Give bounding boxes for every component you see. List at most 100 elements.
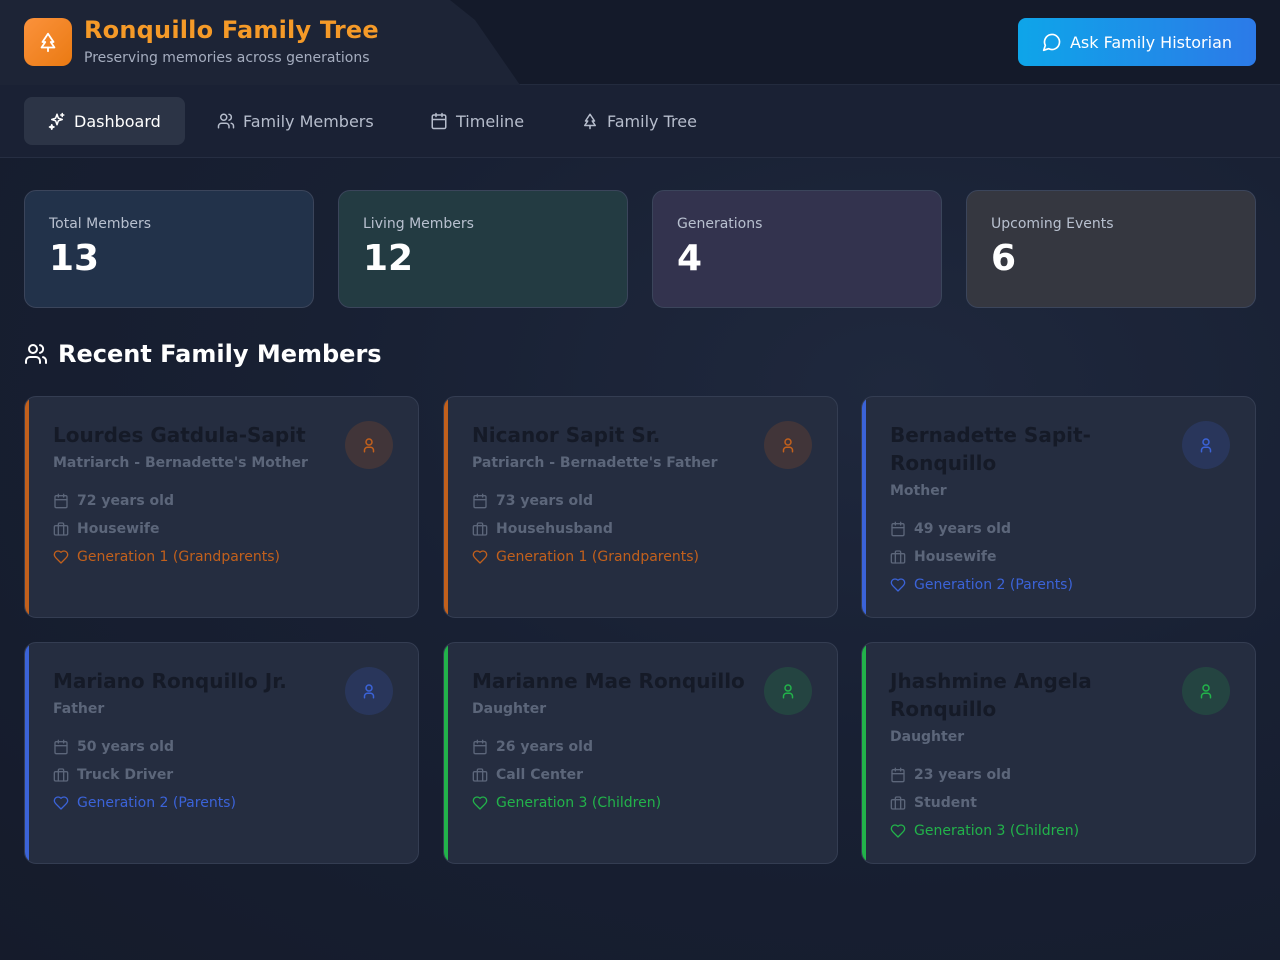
member-age: 73 years old	[472, 487, 752, 515]
member-role: Patriarch - Bernadette's Father	[472, 455, 718, 471]
users-icon	[24, 342, 48, 366]
tab-family-tree[interactable]: Family Tree	[557, 97, 721, 145]
avatar	[345, 667, 393, 715]
generation-accent-bar	[444, 643, 448, 863]
calendar-icon	[472, 493, 488, 509]
member-card[interactable]: Marianne Mae Ronquillo Daughter 26 years o…	[443, 642, 838, 864]
member-occupation-text: Truck Driver	[77, 767, 174, 783]
calendar-icon	[430, 112, 448, 130]
member-occupation: Call Center	[472, 761, 752, 789]
member-age-text: 26 years old	[496, 739, 593, 755]
stat-value: 6	[991, 238, 1017, 279]
member-generation: Generation 2 (Parents)	[890, 571, 1170, 599]
heart-icon	[53, 549, 69, 565]
member-generation-text: Generation 1 (Grandparents)	[77, 549, 280, 565]
avatar	[764, 667, 812, 715]
member-card[interactable]: Jhashmine Angela Ronquillo Daughter 23 yea…	[861, 642, 1256, 864]
generation-accent-bar	[862, 397, 866, 617]
avatar	[1182, 667, 1230, 715]
member-name-text: Nicanor Sapit Sr.	[472, 423, 661, 447]
tab-dashboard[interactable]: Dashboard	[24, 97, 185, 145]
stat-value: 12	[363, 238, 414, 279]
member-generation-text: Generation 3 (Children)	[914, 823, 1080, 839]
ask-historian-label: Ask Family Historian	[1069, 32, 1233, 52]
member-card[interactable]: Nicanor Sapit Sr. Patriarch - Bernadette'…	[443, 396, 838, 618]
tab-family-members[interactable]: Family Members	[193, 97, 398, 145]
member-details: 73 years old Househusband Generation 1 (Gr…	[472, 487, 752, 571]
member-details: 23 years old Student Generation 3 (Childre…	[890, 761, 1170, 845]
avatar	[764, 421, 812, 469]
tree-icon	[37, 31, 59, 53]
member-name-text: Bernadette Sapit-Ronquillo	[890, 423, 1091, 475]
briefcase-icon	[890, 549, 906, 565]
member-card[interactable]: Lourdes Gatdula-Sapit Matriarch - Bernade…	[24, 396, 419, 618]
stat-label: Upcoming Events	[991, 216, 1114, 232]
heart-icon	[53, 795, 69, 811]
member-age: 72 years old	[53, 487, 333, 515]
briefcase-icon	[472, 767, 488, 783]
member-name: Jhashmine Angela Ronquillo Daughter 23 yea…	[890, 667, 1170, 845]
generation-accent-bar	[25, 397, 29, 617]
member-details: 72 years old Housewife Generation 1 (Grand…	[53, 487, 333, 571]
member-occupation-text: Call Center	[496, 767, 584, 783]
member-age-text: 49 years old	[914, 521, 1011, 537]
briefcase-icon	[53, 767, 69, 783]
briefcase-icon	[53, 521, 69, 537]
member-name: Lourdes Gatdula-Sapit Matriarch - Bernade…	[53, 421, 333, 571]
section-title: Recent Family Members	[58, 340, 382, 368]
heart-icon	[472, 549, 488, 565]
member-occupation: Truck Driver	[53, 761, 333, 789]
member-age-text: 73 years old	[496, 493, 593, 509]
member-card[interactable]: Bernadette Sapit-Ronquillo Mother 49 years…	[861, 396, 1256, 618]
member-occupation-text: Housewife	[914, 549, 997, 565]
calendar-icon	[472, 739, 488, 755]
member-generation-text: Generation 2 (Parents)	[914, 577, 1073, 593]
member-occupation: Househusband	[472, 515, 752, 543]
user-icon	[1197, 682, 1215, 700]
tab-label: Family Tree	[607, 111, 697, 131]
member-generation: Generation 2 (Parents)	[53, 789, 333, 817]
member-occupation: Student	[890, 789, 1170, 817]
stat-card-total-members: Total Members 13	[24, 190, 314, 308]
member-role: Father	[53, 701, 105, 717]
calendar-icon	[890, 767, 906, 783]
user-icon	[779, 436, 797, 454]
member-age: 23 years old	[890, 761, 1170, 789]
user-icon	[779, 682, 797, 700]
stat-card-generations: Generations 4	[652, 190, 942, 308]
member-age-text: 50 years old	[77, 739, 174, 755]
app-title: Ronquillo Family Tree	[84, 16, 379, 44]
member-details: 50 years old Truck Driver Generation 2 (Pa…	[53, 733, 333, 817]
member-role: Daughter	[472, 701, 547, 717]
main-nav: Dashboard Family Members Timeline Family…	[0, 85, 1280, 158]
calendar-icon	[53, 739, 69, 755]
member-name-text: Mariano Ronquillo Jr.	[53, 669, 287, 693]
ask-historian-button[interactable]: Ask Family Historian	[1018, 18, 1256, 66]
member-generation-text: Generation 3 (Children)	[496, 795, 662, 811]
member-card[interactable]: Mariano Ronquillo Jr. Father 50 years old T…	[24, 642, 419, 864]
member-age: 49 years old	[890, 515, 1170, 543]
calendar-icon	[53, 493, 69, 509]
member-age: 50 years old	[53, 733, 333, 761]
member-name: Nicanor Sapit Sr. Patriarch - Bernadette'…	[472, 421, 752, 571]
tab-label: Dashboard	[74, 111, 161, 131]
avatar	[1182, 421, 1230, 469]
member-age-text: 72 years old	[77, 493, 174, 509]
stat-card-upcoming-events: Upcoming Events 6	[966, 190, 1256, 308]
briefcase-icon	[890, 795, 906, 811]
heart-icon	[890, 577, 906, 593]
member-occupation: Housewife	[53, 515, 333, 543]
member-occupation-text: Student	[914, 795, 977, 811]
user-icon	[360, 682, 378, 700]
tab-timeline[interactable]: Timeline	[406, 97, 548, 145]
stat-label: Living Members	[363, 216, 474, 232]
member-name-text: Lourdes Gatdula-Sapit	[53, 423, 306, 447]
member-generation: Generation 1 (Grandparents)	[53, 543, 333, 571]
member-occupation-text: Housewife	[77, 521, 160, 537]
sparkles-icon	[48, 112, 66, 130]
member-name: Marianne Mae Ronquillo Daughter 26 years o…	[472, 667, 752, 817]
generation-accent-bar	[862, 643, 866, 863]
member-age: 26 years old	[472, 733, 752, 761]
member-age-text: 23 years old	[914, 767, 1011, 783]
member-generation: Generation 3 (Children)	[472, 789, 752, 817]
